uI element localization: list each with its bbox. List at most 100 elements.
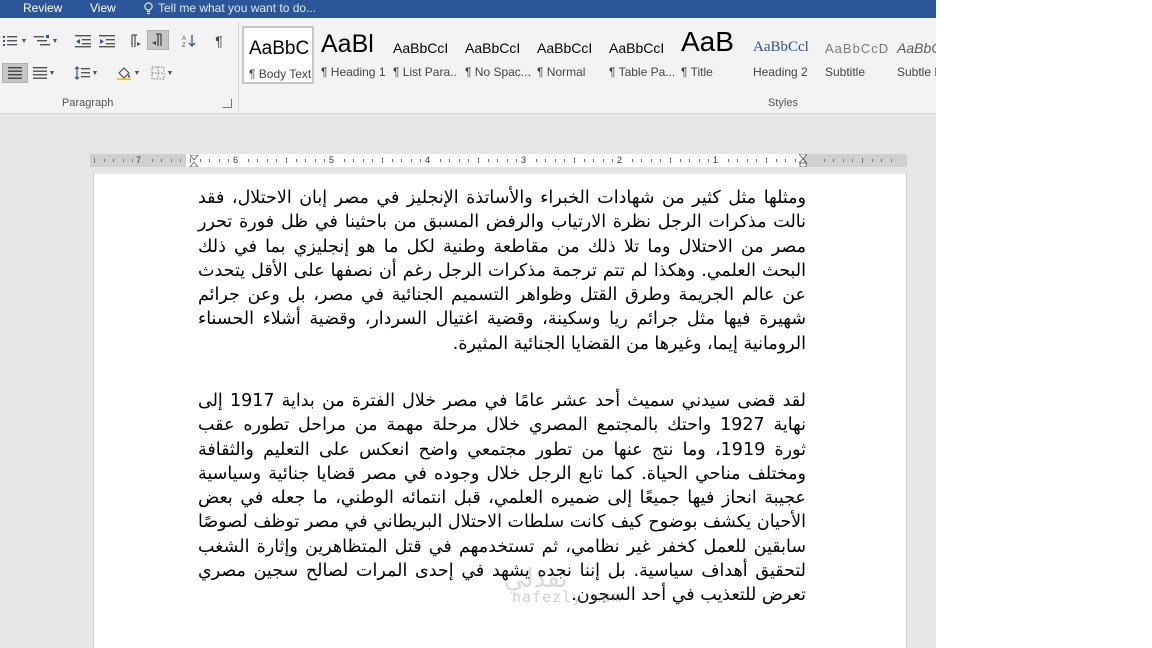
- align-justify-icon: [8, 67, 22, 79]
- ruler-tick: [890, 159, 892, 162]
- style-name: ¶ Normal: [537, 65, 586, 79]
- ruler-tick: [545, 159, 547, 162]
- left-indent-marker-icon[interactable]: [190, 155, 198, 167]
- ruler-tick: [247, 159, 249, 162]
- styles-group-label: Styles: [768, 97, 798, 109]
- style-list-paragraph[interactable]: AaBbCcI ¶ List Para...: [388, 26, 458, 84]
- style-name: ¶ Table Pa...: [609, 65, 674, 79]
- increase-indent-button[interactable]: [96, 31, 118, 51]
- ruler-tick: [871, 159, 873, 162]
- sort-button[interactable]: A Z: [178, 31, 200, 51]
- rtl-direction-icon: [152, 33, 162, 46]
- style-name: Heading 2: [753, 65, 808, 79]
- body-paragraph[interactable]: ومثلها مثل كثير من شهادات الخبراء والأسا…: [198, 186, 806, 356]
- tab-review[interactable]: Review: [23, 1, 62, 15]
- right-indent-marker-icon[interactable]: [799, 154, 807, 167]
- ruler-tick: [94, 158, 95, 163]
- shading-button[interactable]: ▼: [113, 63, 143, 83]
- ruler-number: 4: [425, 155, 431, 165]
- ltr-direction-icon: [131, 34, 141, 47]
- ruler-tick: [833, 159, 835, 162]
- ruler-tick: [353, 159, 355, 162]
- style-name: Subtitle: [825, 65, 866, 79]
- ruler-tick: [257, 159, 259, 162]
- bullets-button[interactable]: ▼: [0, 31, 30, 51]
- line-spacing-button[interactable]: ▼: [70, 63, 102, 83]
- style-subtle-emphasis[interactable]: AaBbCcI Subtle E: [892, 26, 936, 84]
- style-table-paragraph[interactable]: AaBbCcI ¶ Table Pa...: [604, 26, 674, 84]
- ruler-tick: [132, 159, 134, 162]
- ruler-tick: [679, 159, 681, 162]
- right-to-left-button[interactable]: [147, 30, 169, 50]
- paragraph-group-label: Paragraph: [62, 97, 114, 109]
- ruler-tick: [535, 159, 537, 162]
- style-preview: AaBbCcI: [609, 40, 665, 56]
- ruler-tick: [842, 159, 844, 162]
- ruler-tick: [660, 159, 662, 162]
- watermark-url: nafezly.com: [512, 588, 623, 606]
- decrease-indent-button[interactable]: [72, 31, 94, 51]
- style-heading-2[interactable]: AaBbCcl Heading 2: [748, 26, 818, 84]
- left-to-right-button[interactable]: [124, 31, 146, 51]
- borders-icon: [151, 66, 165, 80]
- ruler-tick: [487, 159, 489, 162]
- bullet-list-icon: [2, 36, 17, 46]
- style-normal[interactable]: AaBbCcI ¶ Normal: [532, 26, 602, 84]
- ruler-tick: [305, 159, 307, 162]
- style-heading-1[interactable]: AaBl ¶ Heading 1: [316, 26, 386, 84]
- ruler-tick: [295, 159, 297, 162]
- horizontal-ruler[interactable]: 7 6 5 4 3 2 1: [90, 154, 907, 167]
- ruler-tick: [468, 159, 470, 162]
- ruler-tick: [746, 159, 748, 162]
- ruler-tick: [170, 159, 172, 162]
- ruler-tick: [574, 158, 575, 163]
- sort-az-icon: A Z: [182, 35, 196, 48]
- ruler-tick: [602, 159, 604, 162]
- svg-text:Z: Z: [182, 43, 186, 48]
- multilevel-list-button[interactable]: ▼: [32, 31, 60, 51]
- chevron-down-icon: ▼: [51, 37, 59, 45]
- ruler-tick: [641, 159, 643, 162]
- ruler-tick: [785, 159, 787, 162]
- align-right-button[interactable]: [2, 63, 28, 83]
- ruler-tick: [420, 159, 422, 162]
- ruler-tick: [266, 159, 268, 162]
- ribbon-home: ▼ ▼ A Z ¶ ▼ ▼ ▼ ▼ Paragraph AaBbC ¶ Body…: [0, 18, 936, 114]
- style-no-spacing[interactable]: AaBbCcI ¶ No Spac...: [460, 26, 530, 84]
- ruler-tick: [583, 159, 585, 162]
- ruler-number: 5: [329, 155, 335, 165]
- ruler-tick: [314, 159, 316, 162]
- paragraph-dialog-launcher-icon[interactable]: [223, 99, 232, 108]
- justify-options-button[interactable]: ▼: [30, 63, 58, 83]
- document-page[interactable]: ومثلها مثل كثير من شهادات الخبراء والأسا…: [93, 174, 907, 648]
- show-formatting-button[interactable]: ¶: [209, 31, 229, 51]
- ruler-tick: [151, 159, 153, 162]
- chevron-down-icon: ▼: [166, 69, 174, 77]
- style-name: ¶ Body Text: [249, 67, 312, 81]
- borders-button[interactable]: ▼: [146, 63, 178, 83]
- svg-text:A: A: [182, 36, 186, 42]
- ruler-tick: [478, 158, 479, 163]
- style-preview: AaBbCcI: [897, 40, 936, 56]
- ruler-tick: [199, 159, 201, 162]
- lightbulb-icon: [144, 1, 153, 14]
- ruler-tick: [382, 158, 383, 163]
- tab-view[interactable]: View: [90, 1, 116, 15]
- style-name: ¶ List Para...: [393, 65, 458, 79]
- line-spacing-icon: [74, 66, 90, 80]
- body-paragraph[interactable]: لقد قضى سيدني سميث أحد عشر عامًا في مصر …: [198, 389, 806, 608]
- style-preview: AaBbC: [249, 38, 310, 59]
- style-subtitle[interactable]: AaBbCcD Subtitle: [820, 26, 890, 84]
- ruler-tick: [650, 159, 652, 162]
- style-title[interactable]: AaB ¶ Title: [676, 26, 746, 84]
- ruler-tick: [449, 159, 451, 162]
- style-body-text[interactable]: AaBbC ¶ Body Text: [242, 26, 314, 84]
- ruler-tick: [881, 159, 883, 162]
- tell-me-search[interactable]: Tell me what you want to do...: [143, 1, 316, 15]
- style-preview: AaBbCcI: [537, 40, 593, 56]
- ruler-tick: [794, 159, 796, 162]
- style-preview: AaBbCcD: [825, 41, 890, 56]
- style-preview: AaB: [681, 26, 734, 57]
- ruler-tick: [410, 159, 412, 162]
- ruler-tick: [775, 159, 777, 162]
